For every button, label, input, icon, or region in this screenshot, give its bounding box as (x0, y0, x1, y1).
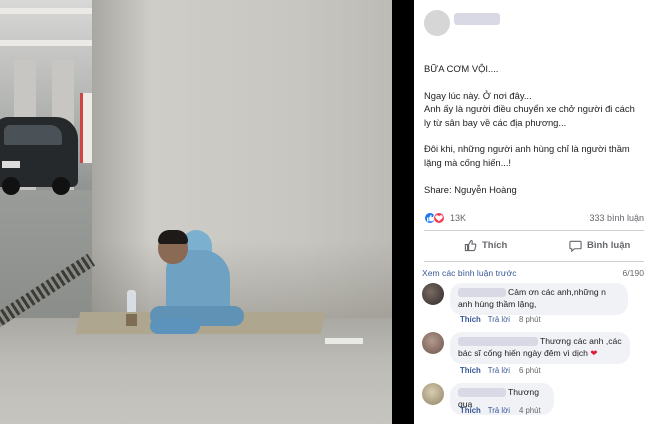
comment-time[interactable]: 4 phút (519, 406, 541, 415)
cup (126, 314, 137, 326)
comment-icon (569, 240, 582, 252)
comment-count[interactable]: 333 bình luận (589, 213, 644, 223)
commenter-name-blurred[interactable] (458, 337, 538, 347)
like-button[interactable]: Thích (464, 239, 507, 252)
comment-bubble: Cảm ơn các anh,những n anh hùng thầm lặn… (450, 283, 628, 315)
comment-reply-link[interactable]: Trả lời (488, 315, 510, 324)
post-title: BỮA CƠM VỘI.... (424, 63, 499, 74)
post-photo[interactable] (0, 0, 414, 424)
heart-icon: ❤ (590, 347, 598, 358)
commenter-name-blurred[interactable] (458, 288, 506, 298)
post-stats: 13K 333 bình luận (424, 211, 644, 225)
action-bar: Thích Bình luận (424, 230, 644, 262)
parked-car (0, 117, 78, 195)
comment-reply-link[interactable]: Trả lời (488, 366, 510, 375)
post-sidebar: BỮA CƠM VỘI.... Ngay lúc này. Ở nơi đây.… (414, 0, 650, 424)
comment-like-link[interactable]: Thích (460, 315, 481, 324)
comment-meta: Thích Trả lời 6 phút (460, 366, 541, 375)
comment-meta: Thích Trả lời 8 phút (460, 315, 541, 324)
commenter-avatar[interactable] (422, 332, 444, 354)
view-previous-comments[interactable]: Xem các bình luận trước (422, 268, 517, 278)
water-bottle (127, 290, 136, 312)
seated-worker (140, 230, 250, 340)
commenter-avatar[interactable] (422, 383, 444, 405)
comment-bubble: Thương các anh ,các bác sĩ cống hiến ngà… (450, 332, 630, 364)
comment-meta: Thích Trả lời 4 phút (460, 406, 541, 415)
author-name-blurred[interactable] (454, 13, 500, 25)
author-avatar[interactable] (424, 10, 450, 36)
reaction-count[interactable]: 13K (450, 213, 466, 223)
comment-time[interactable]: 8 phút (519, 315, 541, 324)
comment-like-link[interactable]: Thích (460, 366, 481, 375)
post-text: BỮA CƠM VỘI.... Ngay lúc này. Ở nơi đây.… (424, 62, 644, 196)
commenter-name-blurred[interactable] (458, 388, 506, 398)
comment-like-link[interactable]: Thích (460, 406, 481, 415)
love-reaction-icon (433, 212, 445, 224)
like-icon (464, 240, 477, 252)
post-share: Share: Nguyễn Hoàng (424, 183, 517, 195)
paper-scrap (325, 338, 363, 344)
comment-button[interactable]: Bình luận (569, 239, 630, 252)
commenter-avatar[interactable] (422, 283, 444, 305)
photo-scene (0, 0, 392, 424)
post-line: Đôi khi, những người anh hùng chỉ là ngư… (424, 143, 630, 168)
comment-time[interactable]: 6 phút (519, 366, 541, 375)
reaction-icons[interactable] (424, 212, 445, 224)
comments-shown-count: 6/190 (622, 268, 644, 278)
post-line: Anh ấy là người điều chuyển xe chở người… (424, 103, 635, 128)
comment-label: Bình luận (587, 240, 631, 251)
like-label: Thích (482, 240, 508, 251)
post-line: Ngay lúc này. Ở nơi đây... (424, 89, 532, 101)
comment-reply-link[interactable]: Trả lời (488, 406, 510, 415)
